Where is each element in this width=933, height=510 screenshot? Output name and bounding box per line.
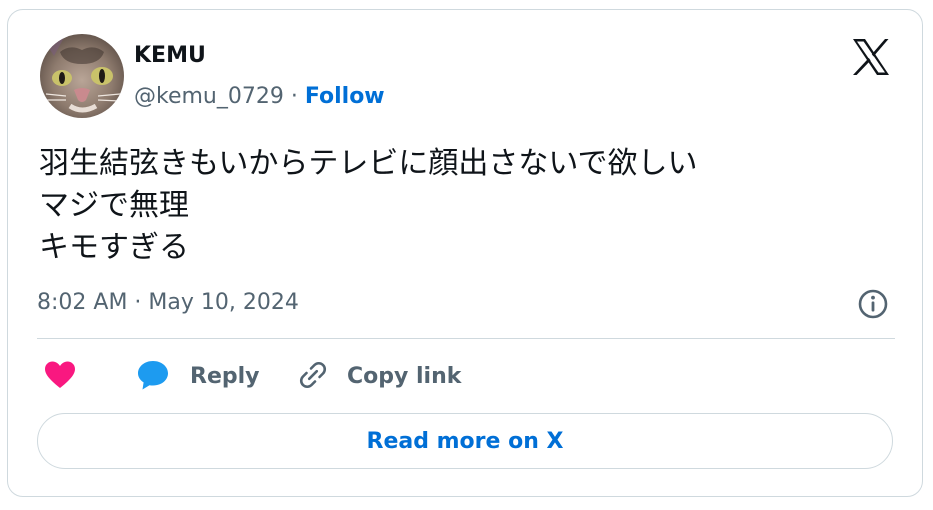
read-more-button[interactable]: Read more on X: [37, 413, 893, 469]
speech-bubble-icon: [136, 359, 170, 395]
copy-link-button[interactable]: Copy link: [297, 358, 461, 396]
info-icon[interactable]: [857, 288, 889, 320]
copy-link-label: Copy link: [347, 364, 462, 389]
author-handle[interactable]: @kemu_0729: [134, 84, 284, 109]
reply-button[interactable]: Reply: [136, 358, 260, 396]
handle-separator: ·: [290, 84, 298, 109]
follow-link[interactable]: Follow: [305, 84, 385, 109]
like-button[interactable]: [44, 358, 76, 396]
heart-icon: [44, 360, 76, 394]
avatar[interactable]: [40, 34, 124, 118]
x-logo-icon[interactable]: [851, 37, 891, 77]
cat-avatar-image: [40, 34, 124, 118]
author-display-name[interactable]: KEMU: [134, 43, 206, 69]
reply-label: Reply: [190, 364, 260, 389]
link-icon: [297, 359, 329, 395]
divider: [37, 338, 895, 339]
tweet-text-line: キモすぎる: [39, 230, 189, 265]
tweet-card: KEMU @kemu_0729 · Follow 羽生結弦きもいからテレビに顔出…: [7, 9, 923, 497]
tweet-text: 羽生結弦きもいからテレビに顔出さないで欲しい マジで無理 キモすぎる: [39, 143, 698, 269]
author-subline: @kemu_0729 · Follow: [134, 84, 385, 110]
tweet-text-line: 羽生結弦きもいからテレビに顔出さないで欲しい: [39, 146, 698, 181]
read-more-label: Read more on X: [366, 428, 564, 454]
tweet-text-line: マジで無理: [39, 188, 189, 223]
tweet-timestamp[interactable]: 8:02 AM · May 10, 2024: [37, 288, 299, 318]
